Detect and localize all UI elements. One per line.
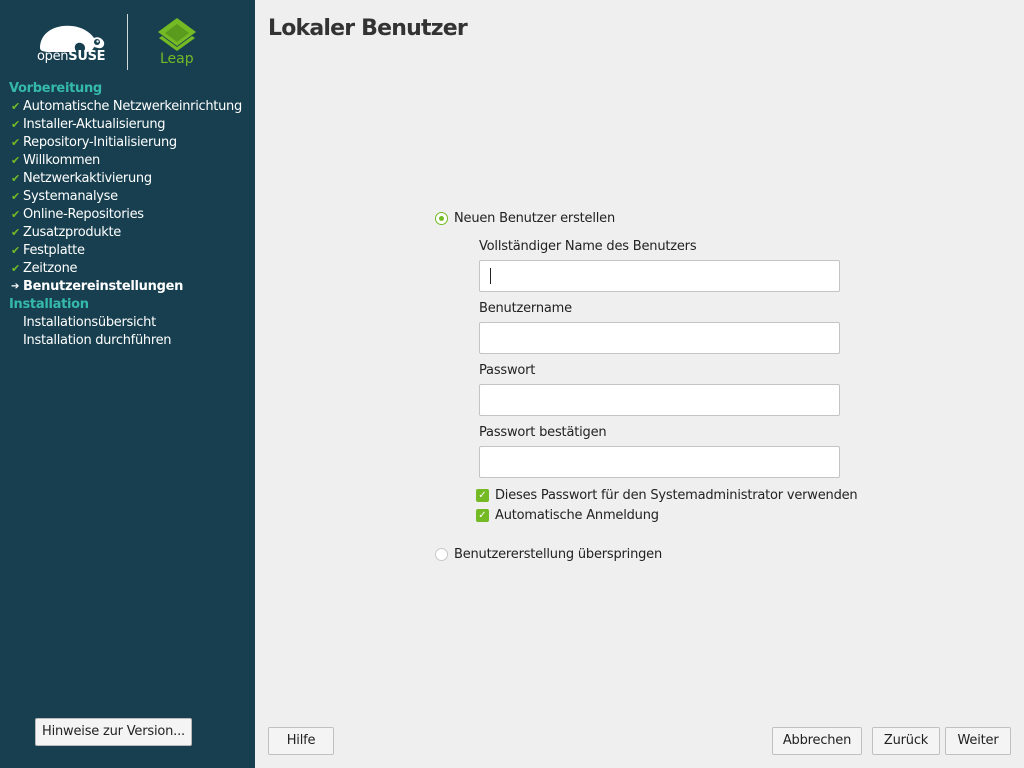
confirm-password-label: Passwort bestätigen: [479, 425, 607, 440]
installation-steps: Vorbereitung ✔ Automatische Netzwerkeinri…: [9, 80, 255, 350]
autologin-checkbox[interactable]: ✓: [476, 509, 489, 522]
step-repository-init: ✔ Repository-Initialisierung: [11, 135, 177, 150]
use-for-admin-label[interactable]: Dieses Passwort für den Systemadministra…: [495, 488, 858, 503]
password-label: Passwort: [479, 363, 536, 378]
logo-area: openSUSE Leap: [0, 0, 255, 80]
abort-button[interactable]: Abbrechen: [772, 727, 862, 755]
step-system-analysis: ✔ Systemanalyse: [11, 189, 118, 204]
username-input[interactable]: [479, 322, 840, 354]
page-title: Lokaler Benutzer: [268, 16, 468, 41]
step-addon-products: ✔ Zusatzprodukte: [11, 225, 121, 240]
checkmark-icon: ✔: [11, 262, 20, 275]
step-installation-overview: Installationsübersicht: [23, 315, 156, 330]
username-label: Benutzername: [479, 301, 572, 316]
checkmark-icon: ✔: [11, 100, 20, 113]
step-disk: ✔ Festplatte: [11, 243, 85, 258]
back-button[interactable]: Zurück: [872, 727, 940, 755]
step-welcome: ✔ Willkommen: [11, 153, 100, 168]
checkmark-icon: ✔: [11, 226, 20, 239]
confirm-password-input[interactable]: [479, 446, 840, 478]
help-button[interactable]: Hilfe: [268, 727, 334, 755]
use-for-admin-checkbox[interactable]: ✓: [476, 489, 489, 502]
text-cursor: [490, 268, 491, 284]
step-user-settings: ➔ Benutzereinstellungen: [11, 279, 184, 294]
step-network-activation: ✔ Netzwerkaktivierung: [11, 171, 152, 186]
leap-wordmark: Leap: [160, 51, 194, 67]
checkmark-icon: ✔: [11, 190, 20, 203]
step-network-setup: ✔ Automatische Netzwerkeinrichtung: [11, 99, 242, 114]
sidebar: openSUSE Leap Vorbereitung ✔ Automatische…: [0, 0, 255, 768]
checkmark-icon: ✔: [11, 118, 20, 131]
full-name-label: Vollständiger Name des Benutzers: [479, 239, 697, 254]
section-title-preparation: Vorbereitung: [9, 81, 102, 96]
password-input[interactable]: [479, 384, 840, 416]
section-title-installation: Installation: [9, 297, 89, 312]
step-timezone: ✔ Zeitzone: [11, 261, 78, 276]
checkmark-icon: ✔: [11, 172, 20, 185]
create-user-radio[interactable]: [435, 212, 448, 225]
create-user-label[interactable]: Neuen Benutzer erstellen: [454, 211, 615, 226]
release-notes-button[interactable]: Hinweise zur Version...: [35, 718, 192, 746]
skip-user-radio[interactable]: [435, 548, 448, 561]
next-button[interactable]: Weiter: [945, 727, 1011, 755]
step-perform-installation: Installation durchführen: [23, 333, 172, 348]
step-online-repositories: ✔ Online-Repositories: [11, 207, 144, 222]
autologin-label[interactable]: Automatische Anmeldung: [495, 508, 659, 523]
checkmark-icon: ✔: [11, 154, 20, 167]
step-installer-update: ✔ Installer-Aktualisierung: [11, 117, 166, 132]
full-name-input[interactable]: [479, 260, 840, 292]
arrow-right-icon: ➔: [11, 281, 20, 292]
checkmark-icon: ✔: [11, 136, 20, 149]
leap-logo: [158, 18, 196, 51]
checkmark-icon: ✔: [11, 244, 20, 257]
opensuse-wordmark: openSUSE: [37, 49, 106, 64]
checkmark-icon: ✔: [11, 208, 20, 221]
skip-user-label[interactable]: Benutzererstellung überspringen: [454, 547, 662, 562]
logo-divider: [127, 14, 128, 70]
